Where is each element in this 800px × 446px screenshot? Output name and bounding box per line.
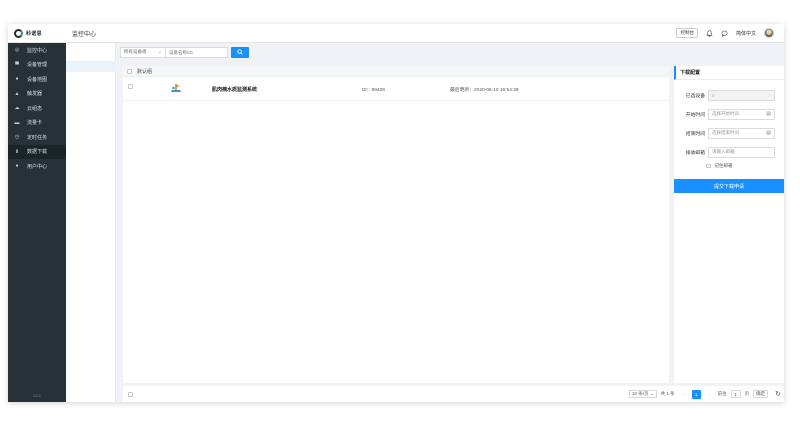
sidebar-item-data-card[interactable]: ▬ 流量卡 bbox=[8, 116, 66, 131]
group-panel-selected-item[interactable] bbox=[66, 61, 116, 72]
sidebar-item-label: 数据下载 bbox=[27, 149, 48, 156]
sidebar: ◎ 监控中心 ▀ 设备管理 ● 设备地图 ▲ 触发器 ☁ 云组态 ▬ 流量卡 ◷… bbox=[8, 43, 66, 402]
card-icon: ▬ bbox=[14, 119, 20, 126]
map-pin-icon: ● bbox=[15, 76, 19, 83]
device-group-select[interactable]: 所有设备组 ⌄ bbox=[120, 46, 166, 58]
device-icon: ▀ bbox=[15, 61, 19, 68]
device-group-select-value: 所有设备组 bbox=[124, 49, 147, 54]
search-icon bbox=[237, 49, 243, 55]
remember-email-checkbox[interactable] bbox=[706, 163, 711, 169]
device-row[interactable]: 肌肉楠水质监测系统 ID：69429 最后更新：2020-06-10 16:54… bbox=[123, 77, 669, 101]
device-last-updated: 最后更新：2020-06-10 16:54:49 bbox=[450, 88, 519, 93]
sidebar-item-label: 监控中心 bbox=[27, 47, 48, 54]
end-time-picker[interactable]: 选择结束时间 ▤ bbox=[708, 127, 775, 139]
group-label: 默认组 bbox=[137, 68, 153, 75]
email-label: 接收邮箱 bbox=[685, 150, 705, 156]
logo-text: 科诺思 bbox=[26, 30, 42, 37]
submit-download-button[interactable]: 提交下载申请 bbox=[674, 179, 784, 193]
download-panel-title: 下载配置 bbox=[674, 66, 784, 80]
end-time-row: 结束时间 选择结束时间 ▤ bbox=[674, 127, 784, 139]
page-number-current[interactable]: 1 bbox=[691, 389, 701, 399]
language-selector[interactable]: 简体中文 bbox=[736, 30, 756, 37]
refresh-icon[interactable]: ↻ bbox=[775, 390, 781, 398]
selected-devices-field: 0 bbox=[708, 89, 775, 101]
goto-label: 前往 bbox=[717, 391, 727, 396]
device-list: 默认组 肌肉楠水质监测系统 ID：69429 最后更新：2020-06-10 1… bbox=[123, 66, 669, 383]
sidebar-item-scheduled-tasks[interactable]: ◷ 定时任务 bbox=[8, 130, 66, 145]
app-window: 科诺思 监控中心 控制台 简体中文 ◎ 监控中心 ▀ 设备管理 ● 设备地图 ▲… bbox=[8, 24, 784, 402]
calendar-icon: ▤ bbox=[766, 130, 771, 136]
start-time-row: 开始时间 选择开始时间 ▤ bbox=[674, 108, 784, 120]
page-suffix: 页 bbox=[744, 391, 750, 396]
avatar[interactable] bbox=[764, 28, 774, 38]
sidebar-item-monitor-center[interactable]: ◎ 监控中心 bbox=[8, 43, 66, 58]
start-time-label: 开始时间 bbox=[685, 112, 705, 118]
calendar-icon: ▤ bbox=[766, 111, 771, 117]
sidebar-item-user-center[interactable]: ● 用户中心 bbox=[8, 159, 66, 174]
download-config-panel: 下载配置 已选设备 0 开始时间 选择开始时间 ▤ 结束时间 选择结束时间 ▤ bbox=[674, 66, 784, 383]
goto-page-input[interactable]: 1 bbox=[730, 390, 741, 398]
search-input[interactable] bbox=[166, 46, 228, 58]
page-size-select[interactable]: 10 条/页 ⌄ bbox=[629, 390, 657, 398]
end-time-placeholder: 选择结束时间 bbox=[712, 130, 739, 135]
device-checkbox[interactable] bbox=[128, 84, 133, 89]
monitor-icon: ◎ bbox=[14, 47, 20, 54]
group-checkbox[interactable] bbox=[127, 68, 132, 74]
top-right-actions: 控制台 简体中文 bbox=[676, 28, 774, 38]
prev-page-button[interactable]: ‹ bbox=[679, 390, 688, 399]
bell-icon: ▲ bbox=[14, 90, 20, 97]
group-panel bbox=[66, 43, 116, 402]
end-time-label: 结束时间 bbox=[685, 131, 705, 137]
sidebar-item-label: 设备管理 bbox=[27, 62, 48, 69]
toolbar: 所有设备组 ⌄ bbox=[120, 45, 249, 59]
sidebar-item-label: 定时任务 bbox=[27, 134, 48, 141]
selected-devices-row: 已选设备 0 bbox=[674, 89, 784, 101]
confirm-goto-button[interactable]: 确定 bbox=[753, 390, 769, 398]
message-icon[interactable] bbox=[721, 30, 728, 37]
sidebar-item-data-download[interactable]: ⬇ 数据下载 bbox=[8, 144, 66, 159]
remember-email-row[interactable]: 记住邮箱 bbox=[706, 163, 733, 169]
sidebar-item-label: 触发器 bbox=[27, 91, 43, 98]
pagination: 10 条/页 ⌄ 共 1 条 ‹ 1 › 前往 1 页 确定 ↻ bbox=[629, 389, 781, 399]
total-count: 共 1 条 bbox=[660, 391, 675, 396]
sidebar-item-device-management[interactable]: ▀ 设备管理 bbox=[8, 58, 66, 73]
device-thumbnail-icon bbox=[171, 84, 181, 92]
page-title: 监控中心 bbox=[72, 31, 97, 38]
start-time-picker[interactable]: 选择开始时间 ▤ bbox=[708, 108, 775, 120]
cloud-icon: ☁ bbox=[14, 105, 20, 112]
email-row: 接收邮箱 请输入邮箱 bbox=[674, 146, 784, 158]
selected-devices-label: 已选设备 bbox=[685, 93, 705, 99]
chevron-down-icon: ⌄ bbox=[157, 49, 162, 55]
pagination-bar: 10 条/页 ⌄ 共 1 条 ‹ 1 › 前往 1 页 确定 ↻ bbox=[123, 386, 784, 402]
console-button[interactable]: 控制台 bbox=[676, 28, 698, 38]
bell-icon[interactable] bbox=[706, 29, 713, 37]
start-time-placeholder: 选择开始时间 bbox=[712, 111, 739, 116]
download-icon: ⬇ bbox=[14, 148, 20, 155]
device-id: ID：69429 bbox=[362, 88, 385, 93]
sidebar-item-label: 用户中心 bbox=[27, 163, 48, 170]
sidebar-item-trigger[interactable]: ▲ 触发器 bbox=[8, 87, 66, 102]
sidebar-item-label: 流量卡 bbox=[27, 120, 43, 127]
logo-icon bbox=[14, 28, 23, 38]
select-all-checkbox[interactable] bbox=[128, 391, 133, 397]
chevron-down-icon: ⌄ bbox=[649, 391, 654, 396]
user-icon: ● bbox=[15, 163, 19, 170]
logo[interactable]: 科诺思 bbox=[14, 28, 66, 38]
sidebar-item-label: 云组态 bbox=[27, 105, 43, 112]
group-header-row: 默认组 bbox=[123, 66, 669, 77]
remember-email-label: 记住邮箱 bbox=[714, 163, 733, 168]
page-size-value: 10 条/页 bbox=[632, 391, 649, 396]
top-bar: 科诺思 监控中心 控制台 简体中文 bbox=[8, 24, 784, 43]
sidebar-item-device-map[interactable]: ● 设备地图 bbox=[8, 72, 66, 87]
search-button[interactable] bbox=[231, 46, 249, 58]
main-content: 所有设备组 ⌄ 默认组 肌肉楠水质监测系统 bbox=[116, 43, 784, 402]
clock-icon: ◷ bbox=[14, 134, 20, 141]
sidebar-item-label: 设备地图 bbox=[27, 76, 48, 83]
email-field[interactable]: 请输入邮箱 bbox=[708, 146, 775, 158]
device-name[interactable]: 肌肉楠水质监测系统 bbox=[212, 86, 257, 93]
sidebar-item-cloud-config[interactable]: ☁ 云组态 bbox=[8, 101, 66, 116]
version-label: v2.2 bbox=[33, 393, 41, 398]
next-page-button[interactable]: › bbox=[705, 390, 714, 399]
